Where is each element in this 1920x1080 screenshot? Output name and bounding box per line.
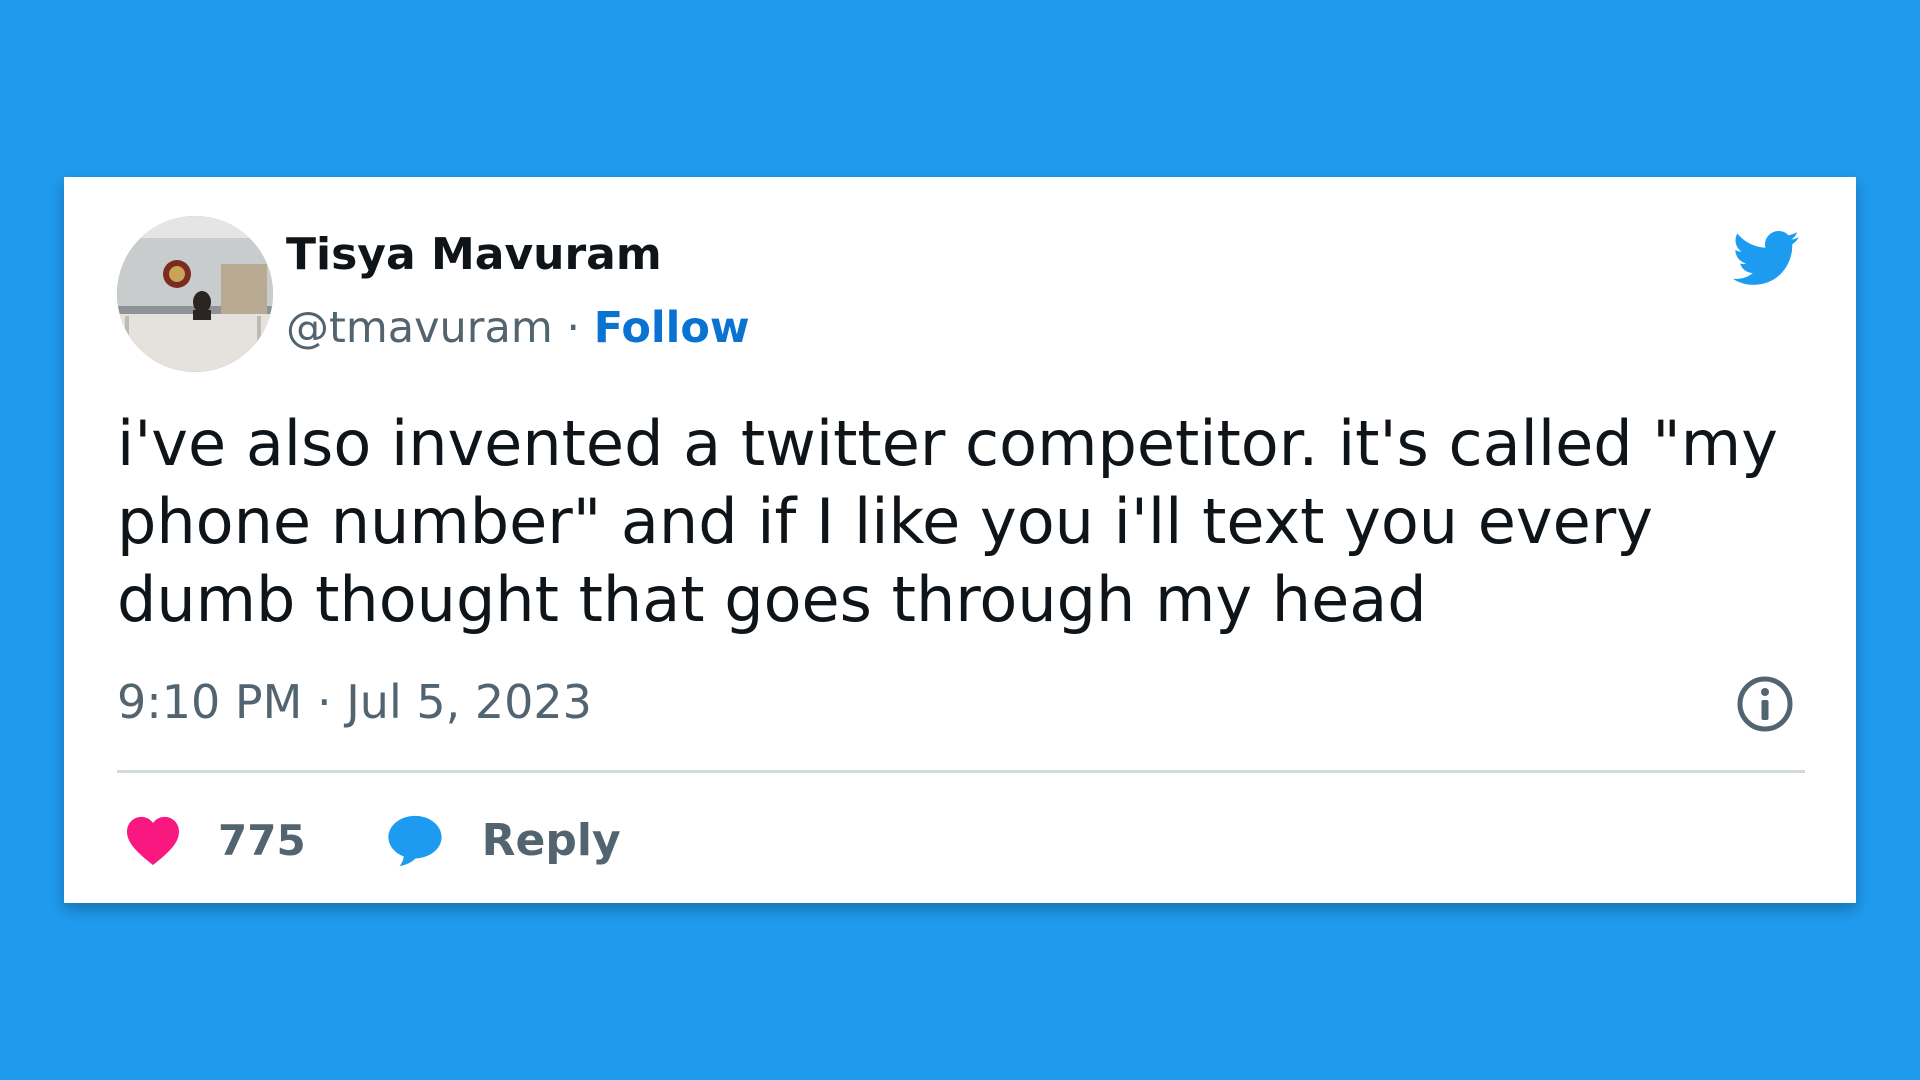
heart-icon <box>127 816 179 866</box>
author-handle[interactable]: @tmavuram <box>286 303 553 353</box>
tweet-time: 9:10 PM <box>117 675 303 729</box>
like-button[interactable]: 775 <box>124 814 306 866</box>
handle-separator: · <box>566 303 581 353</box>
avatar[interactable] <box>117 216 273 372</box>
info-icon[interactable] <box>1736 675 1794 733</box>
tweet-text: i've also invented a twitter competitor.… <box>117 407 1778 636</box>
divider <box>117 770 1805 773</box>
author-name[interactable]: Tisya Mavuram <box>286 229 662 280</box>
tweet-card: Tisya Mavuram @tmavuram · Follow i've al… <box>64 177 1856 903</box>
twitter-bird-icon[interactable] <box>1726 223 1804 293</box>
tweet-timestamp[interactable]: 9:10 PM · Jul 5, 2023 <box>117 675 592 729</box>
handle-row: @tmavuram · Follow <box>286 303 750 353</box>
timestamp-separator: · <box>316 675 332 729</box>
speech-bubble-icon <box>388 815 442 867</box>
reply-label: Reply <box>481 814 621 866</box>
avatar-photo <box>117 216 273 372</box>
like-count: 775 <box>218 815 306 865</box>
tweet-actions: 775 Reply <box>124 807 621 873</box>
tweet-date: Jul 5, 2023 <box>346 675 592 729</box>
follow-button[interactable]: Follow <box>594 303 750 353</box>
reply-button[interactable]: Reply <box>386 813 621 867</box>
